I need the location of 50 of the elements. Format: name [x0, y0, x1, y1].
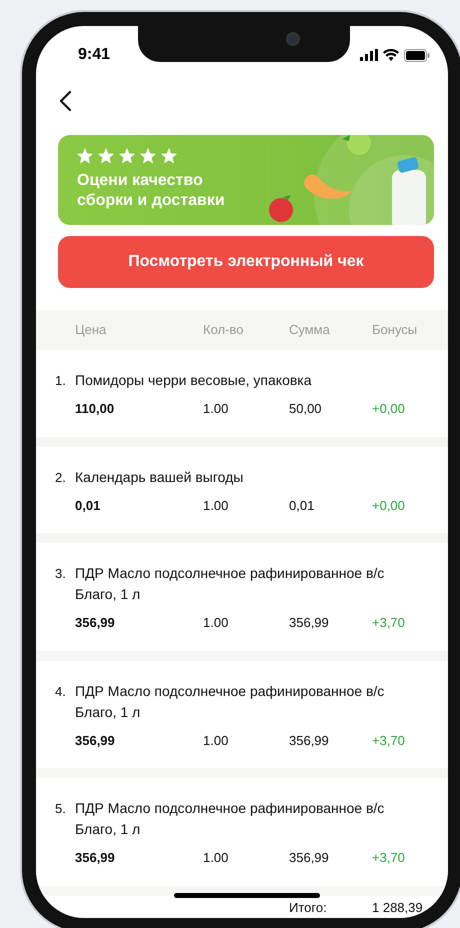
total-value: 1 288,39	[372, 898, 424, 916]
sum-cell-text: 356,99	[289, 732, 330, 750]
bonus-cell-text: +0,00	[372, 400, 406, 418]
star-icon	[119, 148, 135, 164]
star-icon	[98, 148, 114, 164]
quantity-cell-text: 1.00	[203, 849, 230, 867]
item-name: ПДР Масло подсолнечное рафинированное в/с Благо, 1 л	[75, 682, 386, 722]
bonus-cell-text: +3,70	[372, 614, 406, 632]
total-label: Итого:	[289, 898, 328, 916]
price-cell-text: 356,99	[75, 849, 116, 867]
item-name: ПДР Масло подсолнечное рафинированное в/с Благо, 1 л	[75, 799, 386, 839]
back-icon[interactable]	[58, 90, 72, 112]
sum-cell-text: 356,99	[289, 849, 330, 867]
bonus-cell-text: +3,70	[372, 732, 406, 750]
item-number: 4.	[55, 682, 67, 700]
quantity-cell-text: 1.00	[203, 732, 230, 750]
banner-text: Оцени качество сборки и доставки	[77, 171, 226, 211]
item-number: 1.	[55, 372, 67, 390]
item-number: 2.	[55, 468, 67, 486]
rating-banner[interactable]: Оцени качество сборки и доставки	[58, 135, 434, 225]
column-header: Сумма	[289, 321, 331, 340]
camera-icon	[286, 32, 300, 46]
column-header: Кол-во	[203, 321, 244, 340]
sum-cell-text: 0,01	[289, 496, 316, 514]
item-number: 5.	[55, 800, 67, 818]
sum-cell-text: 50,00	[289, 400, 323, 418]
receipt-button[interactable]: Посмотреть электронный чек	[58, 236, 434, 288]
quantity-cell-text: 1.00	[203, 496, 230, 514]
star-icon	[161, 148, 177, 164]
item-number: 3.	[55, 565, 67, 583]
wifi-icon	[383, 49, 399, 61]
price-cell-text: 356,99	[75, 614, 116, 632]
quantity-cell-text: 1.00	[203, 400, 230, 418]
price-cell-text: 110,00	[75, 400, 116, 418]
column-header: Цена	[75, 321, 108, 340]
item-name: ПДР Масло подсолнечное рафинированное в/с Благо, 1 л	[75, 564, 386, 604]
bonus-cell-text: +3,70	[372, 849, 406, 867]
item-name: Календарь вашей выгоды	[75, 468, 244, 487]
item-name: Помидоры черри весовые, упаковка	[75, 371, 313, 390]
price-cell-text: 356,99	[75, 732, 116, 750]
battery-icon	[404, 48, 430, 62]
status-time: 9:41	[78, 45, 110, 65]
price-cell-text: 0,01	[75, 496, 102, 514]
signal-icon	[360, 49, 378, 61]
column-header: Бонусы	[372, 321, 418, 340]
star-icon	[77, 148, 93, 164]
sum-cell-text: 356,99	[289, 614, 330, 632]
bonus-cell-text: +0,00	[372, 496, 406, 514]
star-icon	[140, 148, 156, 164]
quantity-cell-text: 1.00	[203, 614, 230, 632]
